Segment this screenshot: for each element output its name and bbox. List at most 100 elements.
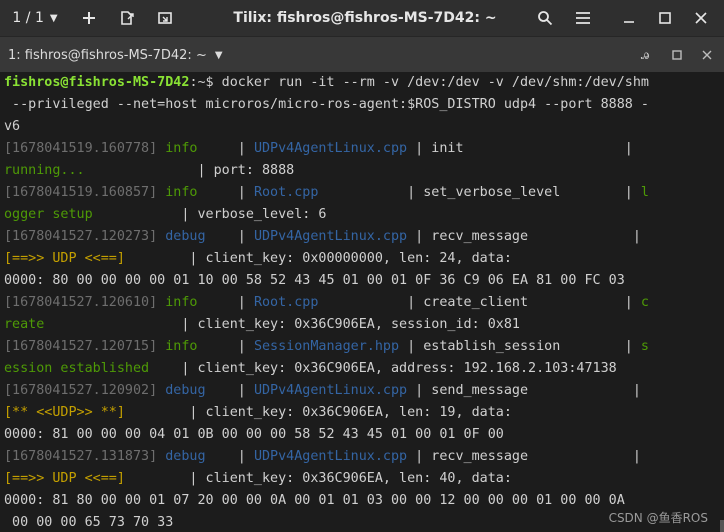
terminal-line: [==>> UDP <<==] | client_key: 0x36C906EA… xyxy=(0,468,720,490)
chevron-down-icon: ▼ xyxy=(214,49,223,61)
terminal-text: | create_client | xyxy=(318,295,641,310)
terminal-text: --privileged --net=host microros/micro-r… xyxy=(4,97,649,112)
terminal-text: | init | xyxy=(407,141,641,156)
read-only-toggle[interactable]: ꭿ xyxy=(630,37,660,73)
session-switcher-button[interactable]: 1 / 1 ▼ xyxy=(4,0,66,36)
terminal-text: ession established xyxy=(4,361,150,376)
terminal-text: | xyxy=(197,185,254,200)
terminal-text: :~$ docker run -it --rm -v /dev:/dev -v … xyxy=(189,75,649,90)
search-icon xyxy=(538,11,553,26)
terminal-line: [1678041527.120902] debug | UDPv4AgentLi… xyxy=(0,380,720,402)
detach-terminal-button[interactable] xyxy=(112,0,142,36)
window-title: Tilix: fishros@fishros-MS-7D42: ~ xyxy=(233,10,497,26)
sync-input-button[interactable] xyxy=(150,0,180,36)
close-icon xyxy=(702,50,712,60)
terminal-header: 1: fishros@fishros-MS-7D42: ~ ▼ ꭿ xyxy=(0,36,724,73)
terminal-text: UDPv4AgentLinux.cpp xyxy=(253,383,408,398)
terminal-text: [==>> UDP <<==] xyxy=(4,471,125,486)
terminal-line: [1678041527.120273] debug | UDPv4AgentLi… xyxy=(0,226,720,248)
terminal-title: 1: fishros@fishros-MS-7D42: ~ xyxy=(8,47,207,63)
plus-icon xyxy=(83,12,95,24)
close-button[interactable] xyxy=(686,0,716,36)
scrollbar[interactable] xyxy=(720,72,724,532)
terminal-text: ogger setup xyxy=(4,207,93,222)
terminal-line: v6 xyxy=(0,116,720,138)
maximize-terminal-button[interactable] xyxy=(662,37,692,73)
maximize-button[interactable] xyxy=(650,0,680,36)
maximize-icon xyxy=(672,50,682,60)
terminal-text: 0000: 80 00 00 00 00 01 10 00 58 52 43 4… xyxy=(4,273,625,288)
terminal-line: [1678041519.160778] info | UDPv4AgentLin… xyxy=(0,138,720,160)
terminal-text: debug xyxy=(165,229,206,244)
terminal-text: info xyxy=(165,185,198,200)
minimize-icon xyxy=(624,21,634,23)
watermark: CSDN @鱼香ROS xyxy=(608,511,708,525)
terminal-text: | client_key: 0x00000000, len: 24, data: xyxy=(124,251,512,266)
terminal-text: debug xyxy=(165,449,206,464)
terminal-text: 00 00 00 65 73 70 33 xyxy=(4,515,174,530)
terminal-text: | port: 8888 xyxy=(84,163,295,178)
terminal-line: [==>> UDP <<==] | client_key: 0x00000000… xyxy=(0,248,720,270)
add-session-button[interactable] xyxy=(74,0,104,36)
scrollbar-thumb[interactable] xyxy=(720,520,724,532)
terminal-text: [** <<UDP>> **] xyxy=(4,405,125,420)
search-button[interactable] xyxy=(530,0,560,36)
terminal-text: s xyxy=(640,339,649,354)
terminal-text: running... xyxy=(4,163,85,178)
session-counter: 1 / 1 xyxy=(12,10,44,26)
detach-icon xyxy=(121,11,134,25)
hamburger-icon xyxy=(576,12,590,24)
menu-button[interactable] xyxy=(568,0,598,36)
terminal-line: 0000: 80 00 00 00 00 01 10 00 58 52 43 4… xyxy=(0,270,720,292)
terminal-text: 0000: 81 00 00 00 04 01 0B 00 00 00 58 5… xyxy=(4,427,504,442)
terminal-text: | xyxy=(197,339,254,354)
terminal-line: ogger setup | verbose_level: 6 xyxy=(0,204,720,226)
terminal-line: running... | port: 8888 xyxy=(0,160,720,182)
minimize-button[interactable] xyxy=(614,0,644,36)
terminal-icon: ꭿ xyxy=(640,47,650,63)
terminal-text: v6 xyxy=(4,119,21,134)
terminal-text: | set_verbose_level | xyxy=(318,185,641,200)
terminal-text: | recv_message | xyxy=(407,229,649,244)
terminal-text: 0000: 81 80 00 00 01 07 20 00 00 0A 00 0… xyxy=(4,493,625,508)
terminal-text: Root.cpp xyxy=(253,295,319,310)
terminal-text: | xyxy=(205,229,254,244)
terminal-text: SessionManager.hpp xyxy=(253,339,400,354)
terminal-text: [1678041527.120902] xyxy=(4,383,166,398)
terminal-output[interactable]: fishros@fishros-MS-7D42:~$ docker run -i… xyxy=(0,72,720,532)
title-bar: 1 / 1 ▼ Tilix: fishros@fishros-MS-7D42: … xyxy=(0,0,724,36)
terminal-text: [1678041527.131873] xyxy=(4,449,166,464)
terminal-title-menu[interactable]: 1: fishros@fishros-MS-7D42: ~ ▼ xyxy=(8,37,223,73)
terminal-text: | client_key: 0x36C906EA, session_id: 0x… xyxy=(44,317,520,332)
terminal-text: info xyxy=(165,295,198,310)
terminal-line: [1678041527.120715] info | SessionManage… xyxy=(0,336,720,358)
broadcast-icon xyxy=(158,12,172,24)
terminal-text: UDPv4AgentLinux.cpp xyxy=(253,449,408,464)
terminal-text: | xyxy=(205,449,254,464)
terminal-text: | recv_message | xyxy=(407,449,649,464)
terminal-text: info xyxy=(165,339,198,354)
chevron-down-icon: ▼ xyxy=(49,12,58,24)
terminal-text: [1678041519.160857] xyxy=(4,185,166,200)
terminal-text: Root.cpp xyxy=(253,185,319,200)
terminal-text: reate xyxy=(4,317,45,332)
terminal-text: [1678041527.120610] xyxy=(4,295,166,310)
terminal-text: fishros@fishros-MS-7D42 xyxy=(4,75,190,90)
terminal-line: 0000: 81 00 00 00 04 01 0B 00 00 00 58 5… xyxy=(0,424,720,446)
terminal-line: [1678041519.160857] info | Root.cpp | se… xyxy=(0,182,720,204)
terminal-text: | client_key: 0x36C906EA, len: 19, data: xyxy=(124,405,512,420)
terminal-text: info xyxy=(165,141,198,156)
terminal-line: --privileged --net=host microros/micro-r… xyxy=(0,94,720,116)
terminal-text: l xyxy=(640,185,649,200)
terminal-line: [1678041527.131873] debug | UDPv4AgentLi… xyxy=(0,446,720,468)
terminal-text: c xyxy=(640,295,649,310)
terminal-text: | client_key: 0x36C906EA, address: 192.1… xyxy=(149,361,617,376)
terminal-text: | establish_session | xyxy=(399,339,641,354)
terminal-line: [1678041527.120610] info | Root.cpp | cr… xyxy=(0,292,720,314)
terminal-text: debug xyxy=(165,383,206,398)
close-terminal-button[interactable] xyxy=(692,37,722,73)
close-icon xyxy=(695,12,707,24)
maximize-icon xyxy=(659,12,671,24)
terminal-text: UDPv4AgentLinux.cpp xyxy=(253,141,408,156)
terminal-text: [==>> UDP <<==] xyxy=(4,251,125,266)
